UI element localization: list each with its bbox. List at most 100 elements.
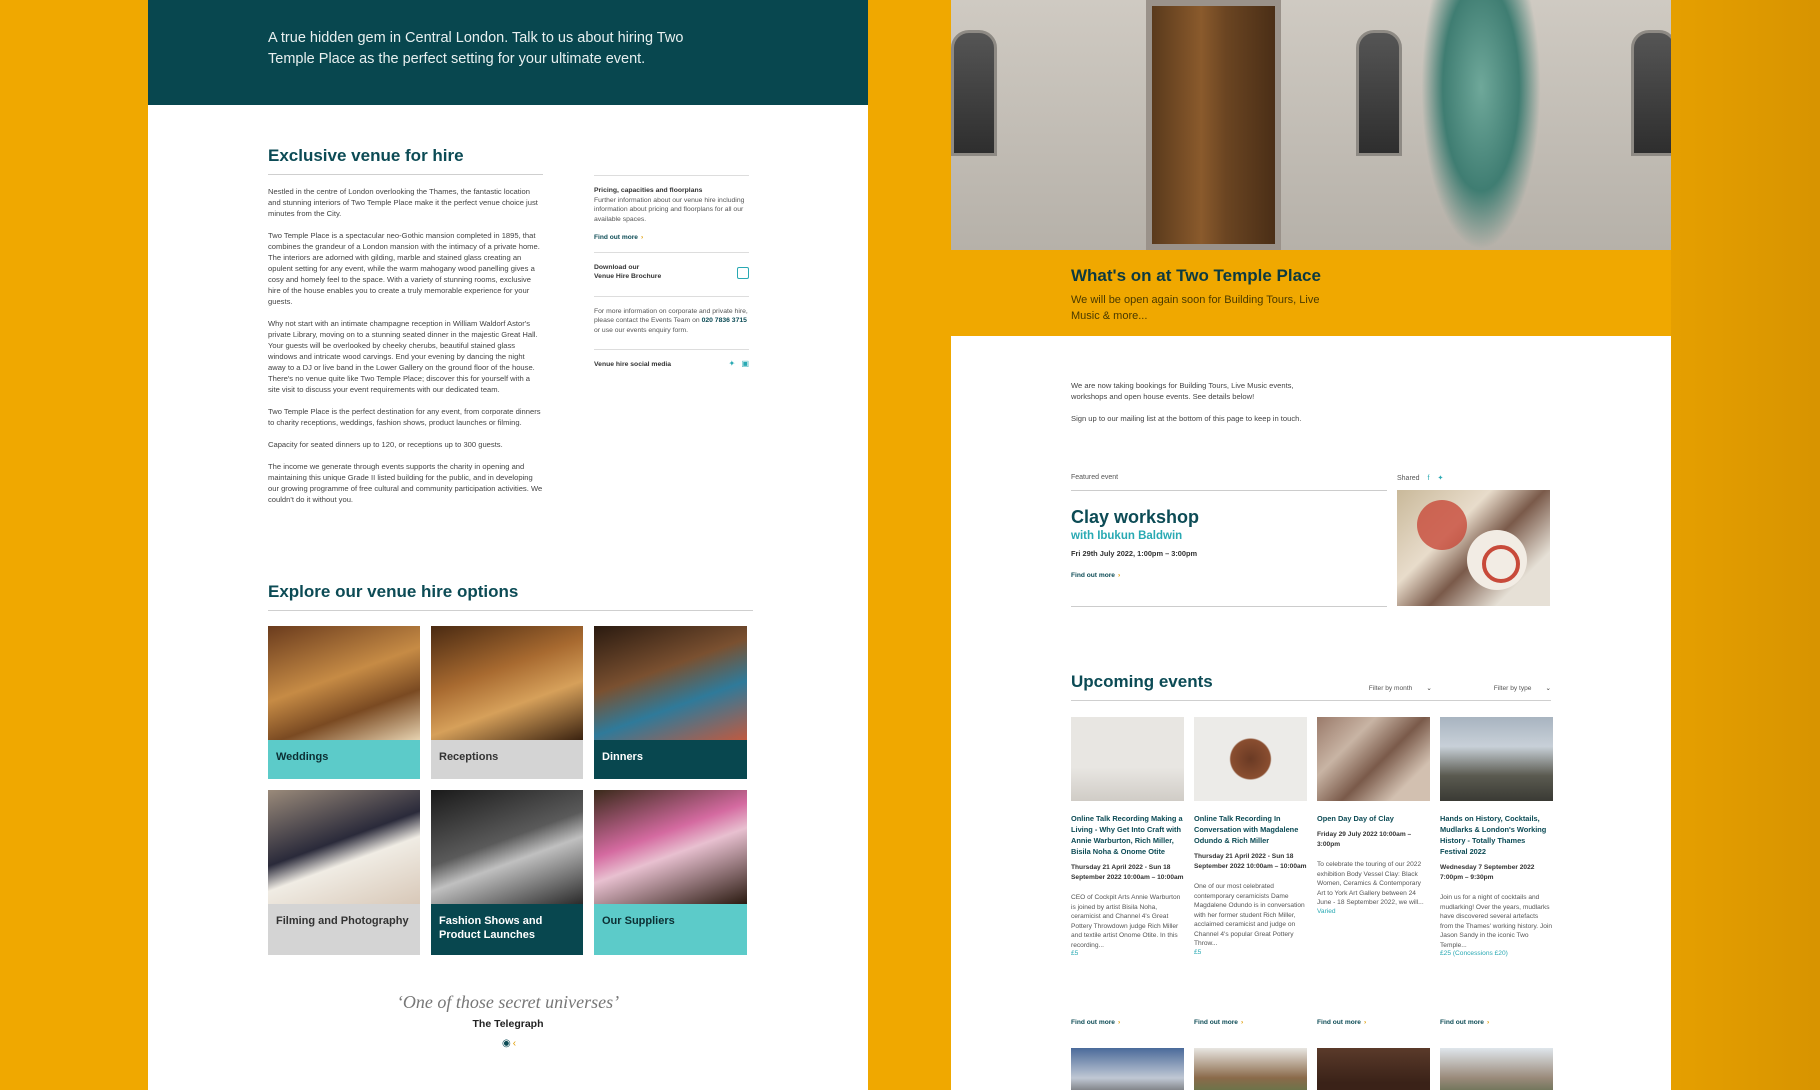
pricing-find-out-more-link[interactable]: Find out more › <box>594 233 643 243</box>
venue-option-label: Filming and Photography <box>268 904 420 955</box>
event-title: Open Day Day of Clay <box>1317 814 1394 823</box>
facebook-icon[interactable]: f <box>1428 475 1430 482</box>
event-thumbnail[interactable] <box>1440 1048 1553 1090</box>
whats-on-page: What's on at Two Temple Place We will be… <box>951 0 1671 1090</box>
event-title: Online Talk Recording In Conversation wi… <box>1194 814 1299 845</box>
featured-find-out-more-link[interactable]: Find out more › <box>1071 572 1120 579</box>
upcoming-events-heading: Upcoming events Filter by month ⌄ Filter … <box>1071 672 1551 701</box>
event-card[interactable]: Online Talk Recording Making a Living - … <box>1071 717 1184 957</box>
featured-event: Clay workshop with Ibukun Baldwin Fri 29… <box>1071 490 1387 607</box>
filter-by-month-select[interactable]: Filter by month ⌄ <box>1339 685 1432 692</box>
paragraph: Why not start with an intimate champagne… <box>268 319 538 394</box>
venue-option-label: Weddings <box>268 740 420 779</box>
twitter-icon[interactable]: ✦ <box>729 359 736 368</box>
featured-date: Fri 29th July 2022, 1:00pm – 3:00pm <box>1071 549 1198 558</box>
paragraph: Two Temple Place is a spectacular neo-Go… <box>268 231 540 306</box>
brochure-block[interactable]: Download our Venue Hire Brochure <box>594 251 749 296</box>
quote-text: ‘One of those secret universes’ <box>396 992 620 1012</box>
venue-option-tile[interactable]: Fashion Shows and Product Launches <box>431 790 583 955</box>
venue-option-tile[interactable]: Dinners <box>594 626 747 779</box>
chevron-right-icon: › <box>640 234 644 241</box>
download-icon[interactable] <box>737 266 749 279</box>
venue-option-image <box>594 790 747 904</box>
event-card[interactable]: Online Talk Recording In Conversation wi… <box>1194 717 1307 957</box>
event-image <box>1194 717 1307 801</box>
event-thumbnail[interactable] <box>1317 1048 1430 1090</box>
event-date: Thursday 21 April 2022 - Sun 18 Septembe… <box>1194 853 1307 870</box>
featured-event-image[interactable] <box>1397 490 1550 606</box>
notice-text: Sign up to our mailing list at the botto… <box>1071 414 1302 423</box>
section-title: Exclusive venue for hire <box>268 146 464 165</box>
pricing-text: Further information about our venue hire… <box>594 196 745 223</box>
social-label: Venue hire social media <box>594 361 672 368</box>
chevron-right-icon: › <box>1363 1019 1367 1026</box>
featured-subtitle: with Ibukun Baldwin <box>1071 530 1183 542</box>
window-image <box>1356 30 1402 156</box>
venue-option-label: Receptions <box>431 740 583 779</box>
venue-option-tile[interactable]: Our Suppliers <box>594 790 747 955</box>
hero-text: A true hidden gem in Central London. Tal… <box>268 30 684 67</box>
divider <box>268 174 543 175</box>
carousel-controls: ◉ ‹ <box>148 1038 868 1049</box>
event-find-out-more-link[interactable]: Find out more › <box>1071 1019 1120 1026</box>
event-find-out-more-link[interactable]: Find out more › <box>1194 1019 1243 1026</box>
event-find-out-more-link[interactable]: Find out more › <box>1317 1019 1366 1026</box>
social-block: Venue hire social media ✦ ▣ <box>594 349 749 379</box>
venue-option-tile[interactable]: Filming and Photography <box>268 790 420 955</box>
venue-options-grid: Weddings Receptions Dinners Filming and Pho… <box>268 626 753 955</box>
event-link-cell: Find out more › <box>1440 1011 1553 1029</box>
event-description: One of our most celebrated contemporary … <box>1194 883 1305 947</box>
event-link-cell: Find out more › <box>1194 1011 1307 1029</box>
filter-by-type-select[interactable]: Filter by type ⌄ <box>1464 685 1551 692</box>
event-price: £25 (Concessions £20) <box>1440 950 1508 957</box>
event-description: CEO of Cockpit Arts Annie Warburton is j… <box>1071 894 1181 949</box>
twitter-icon[interactable]: ✦ <box>1437 475 1443 482</box>
venue-option-image <box>594 626 747 740</box>
chevron-left-icon[interactable]: ‹ <box>513 1038 516 1049</box>
carousel-dot-icon[interactable]: ◉ <box>502 1038 511 1049</box>
event-price: Varied <box>1317 907 1336 915</box>
whats-on-subtitle: We will be open again soon for Building … <box>1071 294 1320 322</box>
event-card[interactable]: Hands on History, Cocktails, Mudlarks & … <box>1440 717 1553 957</box>
contact-phone-link[interactable]: 020 7836 3715 <box>702 317 747 324</box>
event-date: Wednesday 7 September 2022 7:00pm – 9:30… <box>1440 864 1535 881</box>
venue-option-tile[interactable]: Receptions <box>431 626 583 779</box>
event-thumbnail[interactable] <box>1071 1048 1184 1090</box>
instagram-icon[interactable]: ▣ <box>741 359 749 368</box>
chevron-right-icon: › <box>1117 1019 1121 1026</box>
contact-block: For more information on corporate and pr… <box>594 295 749 350</box>
download-line-2: Venue Hire Brochure <box>594 273 662 280</box>
download-line-1: Download our <box>594 263 640 271</box>
shared-label: Shared <box>1397 475 1420 482</box>
contact-text-2: or use our events enquiry form. <box>594 326 689 334</box>
venue-option-tile[interactable]: Weddings <box>268 626 420 779</box>
paragraph: Capacity for seated dinners up to 120, o… <box>268 440 503 449</box>
pricing-block: Pricing, capacities and floorplans Furth… <box>594 175 749 252</box>
testimonial: ‘One of those secret universes’ The Tele… <box>148 992 868 1049</box>
event-price: £5 <box>1071 950 1079 957</box>
notice-text: We are now taking bookings for Building … <box>1071 381 1294 401</box>
event-image <box>1317 717 1430 801</box>
event-card[interactable]: Open Day Day of Clay Friday 29 July 2022 … <box>1317 717 1430 957</box>
filter-bar: Filter by month ⌄ Filter by type ⌄ <box>1309 684 1551 692</box>
window-image <box>951 30 997 156</box>
venue-hire-page: A true hidden gem in Central London. Tal… <box>148 0 868 1090</box>
venue-option-image <box>268 626 420 740</box>
paragraph: Two Temple Place is the perfect destinat… <box>268 407 541 427</box>
link-label: Find out more <box>1071 1019 1115 1026</box>
event-find-out-more-link[interactable]: Find out more › <box>1440 1019 1489 1026</box>
chevron-down-icon: ⌄ <box>1545 685 1551 692</box>
event-description: To celebrate the touring of our 2022 exh… <box>1317 861 1424 906</box>
pricing-heading: Pricing, capacities and floorplans <box>594 187 703 194</box>
image-detail <box>1482 545 1520 583</box>
event-date: Thursday 21 April 2022 - Sun 18 Septembe… <box>1071 864 1184 881</box>
event-links: Find out more › Find out more › Find out mor… <box>1071 1011 1555 1029</box>
filter-month-label: Filter by month <box>1368 685 1413 692</box>
event-title: Online Talk Recording Making a Living - … <box>1071 814 1183 856</box>
event-thumbnail[interactable] <box>1194 1048 1307 1090</box>
venue-option-image <box>268 790 420 904</box>
intro-text: Nestled in the centre of London overlook… <box>268 186 543 516</box>
door-image <box>1146 0 1281 250</box>
venue-option-image <box>431 626 583 740</box>
venue-option-label: Fashion Shows and Product Launches <box>431 904 583 955</box>
